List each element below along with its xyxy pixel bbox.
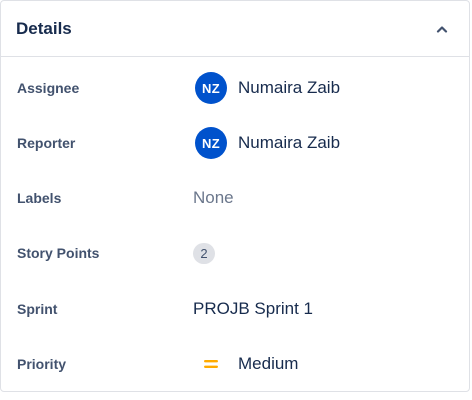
field-row-story-points: Story Points 2 (1, 233, 469, 273)
sprint-label: Sprint (17, 301, 58, 317)
avatar: NZ (195, 72, 227, 104)
details-title: Details (16, 18, 72, 38)
assignee-value[interactable]: NZ Numaira Zaib (193, 72, 340, 104)
field-row-sprint: Sprint PROJB Sprint 1 (1, 289, 469, 329)
story-points-value[interactable]: 2 (193, 242, 215, 264)
story-points-badge: 2 (193, 242, 215, 264)
priority-label: Priority (17, 356, 67, 372)
details-header[interactable]: Details (1, 1, 469, 57)
field-row-assignee: Assignee NZ Numaira Zaib (1, 68, 469, 108)
priority-value[interactable]: Medium (193, 354, 298, 374)
assignee-label: Assignee (17, 80, 80, 96)
reporter-value[interactable]: NZ Numaira Zaib (193, 127, 340, 159)
labels-value[interactable]: None (193, 188, 234, 208)
labels-label: Labels (17, 190, 62, 206)
reporter-label: Reporter (17, 135, 76, 151)
reporter-name: Numaira Zaib (238, 133, 341, 152)
field-row-labels: Labels None (1, 178, 469, 218)
priority-medium-icon (202, 355, 220, 373)
collapse-button[interactable] (430, 17, 454, 41)
chevron-up-icon (436, 25, 448, 33)
field-row-reporter: Reporter NZ Numaira Zaib (1, 123, 469, 163)
field-row-priority: Priority Medium (1, 344, 469, 384)
details-panel: Details Assignee NZ Numaira Zaib Reporte… (0, 0, 470, 392)
assignee-name: Numaira Zaib (238, 78, 341, 97)
sprint-value[interactable]: PROJB Sprint 1 (193, 299, 313, 319)
story-points-label: Story Points (17, 245, 100, 261)
priority-text: Medium (238, 354, 299, 373)
avatar: NZ (195, 127, 227, 159)
